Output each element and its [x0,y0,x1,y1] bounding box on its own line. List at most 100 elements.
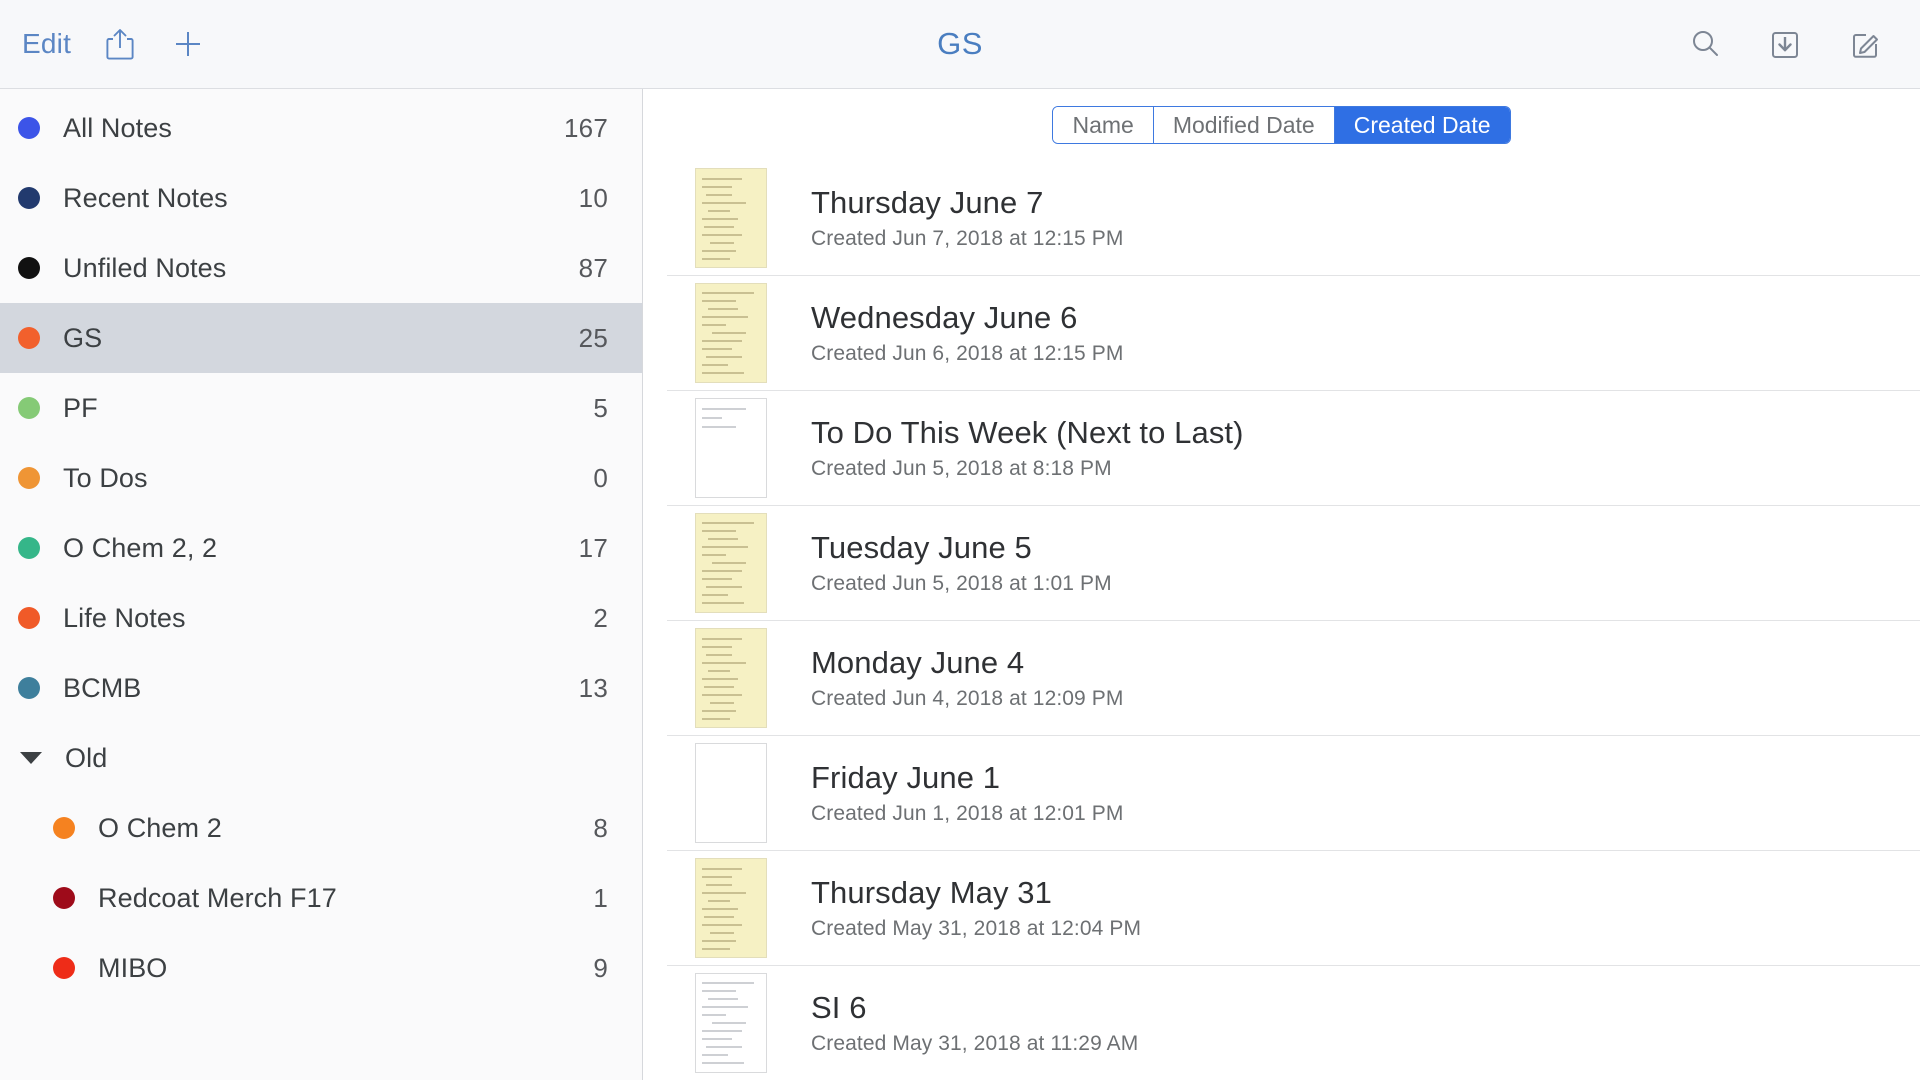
note-text-block: Wednesday June 6 Created Jun 6, 2018 at 1… [811,300,1123,367]
sidebar-item-label: GS [63,322,103,353]
note-list[interactable]: Thursday June 7 Created Jun 7, 2018 at 12… [643,161,1920,1080]
sidebar-item-label: O Chem 2 [98,812,222,843]
note-text-block: Monday June 4 Created Jun 4, 2018 at 12:0… [811,645,1123,712]
sort-segmented-control[interactable]: Name Modified Date Created Date [1052,106,1511,144]
sidebar-item-old[interactable]: Old [0,723,642,793]
note-title: Monday June 4 [811,644,1025,680]
toolbar-left-group: Edit [0,24,207,64]
note-thumbnail [695,168,767,268]
sort-option-created-date[interactable]: Created Date [1334,107,1510,143]
sidebar-item-label: O Chem 2, 2 [63,532,218,563]
page-title: GS [937,26,983,61]
toolbar-right-group [1686,24,1920,64]
sort-option-name[interactable]: Name [1053,107,1154,143]
sidebar-item-o-chem-2-2[interactable]: O Chem 2, 2 17 [0,513,642,583]
share-icon[interactable] [101,24,139,64]
folder-color-dot-icon [18,677,40,699]
folder-color-dot-icon [53,887,75,909]
sidebar-item-label: MIBO [98,952,168,983]
sidebar-item-life-notes[interactable]: Life Notes 2 [0,583,642,653]
sidebar-item-count: 5 [593,392,608,423]
note-list-item[interactable]: Thursday June 7 Created Jun 7, 2018 at 12… [667,161,1920,276]
sidebar-item-label: BCMB [63,672,142,703]
sidebar-item-count: 8 [593,812,608,843]
note-thumbnail [695,398,767,498]
note-created-date: Created Jun 7, 2018 at 12:15 PM [811,227,1124,251]
folder-color-dot-icon [53,817,75,839]
plus-icon[interactable] [169,24,207,64]
main-split-view: All Notes 167 Recent Notes 10 Unfiled Notes 8… [0,89,1920,1080]
sidebar-item-label: Unfiled Notes [63,252,227,283]
sort-control-bar: Name Modified Date Created Date [643,89,1920,161]
note-created-date: Created Jun 1, 2018 at 12:01 PM [811,802,1124,826]
note-created-date: Created Jun 5, 2018 at 1:01 PM [811,572,1112,596]
sidebar-item-o-chem-2[interactable]: O Chem 2 8 [0,793,642,863]
sidebar: All Notes 167 Recent Notes 10 Unfiled Notes 8… [0,89,643,1080]
note-text-block: SI 6 Created May 31, 2018 at 11:29 AM [811,990,1138,1057]
note-text-block: Tuesday June 5 Created Jun 5, 2018 at 1:0… [811,530,1112,597]
sidebar-item-count: 9 [593,952,608,983]
note-text-block: Thursday May 31 Created May 31, 2018 at 1… [811,875,1141,942]
sidebar-item-recent-notes[interactable]: Recent Notes 10 [0,163,642,233]
note-title: Thursday June 7 [811,184,1044,220]
note-list-pane: Name Modified Date Created Date Thursday J… [643,89,1920,1080]
edit-button[interactable]: Edit [22,28,71,60]
notes-app-window: Edit GS All Notes 167 Recent Notes 10 Un… [0,0,1920,1080]
folder-color-dot-icon [18,257,40,279]
folder-color-dot-icon [18,117,40,139]
note-thumbnail [695,628,767,728]
note-title: Thursday May 31 [811,874,1052,910]
sidebar-item-count: 17 [578,532,608,563]
sidebar-item-count: 167 [564,112,608,143]
folder-color-dot-icon [18,397,40,419]
sidebar-item-count: 13 [578,672,608,703]
sidebar-item-count: 25 [578,322,608,353]
note-created-date: Created Jun 4, 2018 at 12:09 PM [811,687,1124,711]
note-thumbnail [695,513,767,613]
note-list-item[interactable]: To Do This Week (Next to Last) Created Ju… [667,391,1920,506]
note-list-item[interactable]: Friday June 1 Created Jun 1, 2018 at 12:0… [667,736,1920,851]
sidebar-item-label: Recent Notes [63,182,228,213]
sidebar-item-unfiled-notes[interactable]: Unfiled Notes 87 [0,233,642,303]
sidebar-item-label: PF [63,392,98,423]
sidebar-item-mibo[interactable]: MIBO 9 [0,933,642,1003]
search-icon[interactable] [1686,24,1724,64]
note-title: SI 6 [811,989,867,1025]
sidebar-item-label: Old [65,742,108,773]
folder-color-dot-icon [18,467,40,489]
import-download-icon[interactable] [1766,24,1804,64]
note-text-block: Friday June 1 Created Jun 1, 2018 at 12:0… [811,760,1123,827]
note-created-date: Created Jun 5, 2018 at 8:18 PM [811,457,1112,481]
note-list-item[interactable]: Tuesday June 5 Created Jun 5, 2018 at 1:0… [667,506,1920,621]
folder-color-dot-icon [18,187,40,209]
sidebar-item-redcoat-merch-f17[interactable]: Redcoat Merch F17 1 [0,863,642,933]
sidebar-item-label: To Dos [63,462,148,493]
note-title: Tuesday June 5 [811,529,1032,565]
folder-color-dot-icon [18,607,40,629]
note-list-item[interactable]: Wednesday June 6 Created Jun 6, 2018 at 1… [667,276,1920,391]
sidebar-item-bcmb[interactable]: BCMB 13 [0,653,642,723]
sort-option-modified-date[interactable]: Modified Date [1153,107,1335,143]
note-thumbnail [695,973,767,1073]
sidebar-item-count: 10 [578,182,608,213]
sidebar-item-pf[interactable]: PF 5 [0,373,642,443]
sidebar-item-count: 1 [593,882,608,913]
compose-icon[interactable] [1846,24,1884,64]
note-list-item[interactable]: Thursday May 31 Created May 31, 2018 at 1… [667,851,1920,966]
sidebar-item-label: All Notes [63,112,172,143]
note-list-item[interactable]: SI 6 Created May 31, 2018 at 11:29 AM [667,966,1920,1080]
note-text-block: To Do This Week (Next to Last) Created Ju… [811,415,1244,482]
folder-color-dot-icon [53,957,75,979]
sidebar-item-count: 2 [593,602,608,633]
top-toolbar: Edit GS [0,0,1920,89]
note-title: To Do This Week (Next to Last) [811,414,1244,450]
sidebar-item-all-notes[interactable]: All Notes 167 [0,93,642,163]
sidebar-item-gs[interactable]: GS 25 [0,303,642,373]
sidebar-item-to-dos[interactable]: To Dos 0 [0,443,642,513]
note-list-item[interactable]: Monday June 4 Created Jun 4, 2018 at 12:0… [667,621,1920,736]
note-created-date: Created May 31, 2018 at 11:29 AM [811,1032,1139,1056]
note-thumbnail [695,858,767,958]
note-created-date: Created May 31, 2018 at 12:04 PM [811,917,1142,941]
chevron-down-icon[interactable] [20,752,42,764]
note-title: Wednesday June 6 [811,299,1078,335]
